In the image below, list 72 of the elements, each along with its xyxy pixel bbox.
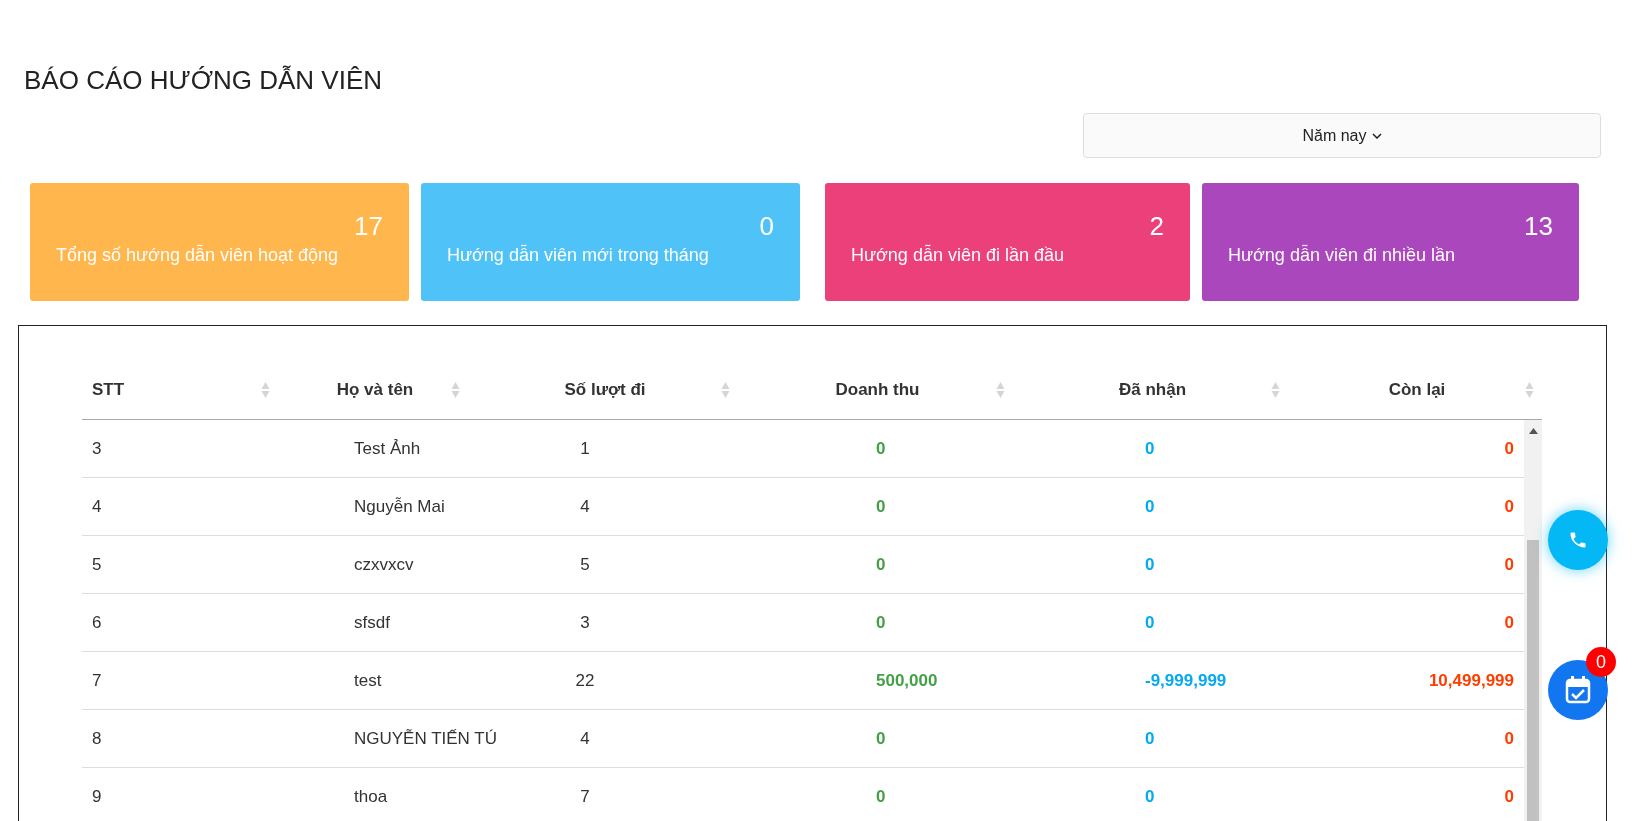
stat-value: 2 [1149,211,1164,241]
column-header[interactable]: Còn lại [1388,379,1446,400]
table-cell: 1 [580,438,590,459]
table-cell: 3 [92,438,102,459]
table-cell: 9 [92,786,102,807]
table-cell: czxvxcv [354,554,414,575]
table-cell: 7 [580,786,590,807]
table-cell: 0 [1504,728,1514,749]
table-cell: 0 [1504,554,1514,575]
column-header[interactable]: Số lượt đi [564,379,646,400]
table-cell: 22 [575,670,595,691]
sort-icon[interactable] [1525,381,1534,399]
chevron-down-icon [1371,132,1382,139]
table-cell: 10,499,999 [1428,670,1514,691]
table-cell: 8 [92,728,102,749]
table-cell: 0 [1504,612,1514,633]
table-cell: Test Ảnh [354,438,421,459]
table-cell: 6 [92,612,102,633]
table-cell: 4 [580,496,590,517]
column-header[interactable]: STT [92,379,125,400]
table-cell: 3 [580,612,590,633]
table-cell: 0 [1504,786,1514,807]
table-cell: 0 [876,438,886,459]
table-cell: 4 [580,728,590,749]
page-title: BÁO CÁO HƯỚNG DẪN VIÊN [23,64,383,97]
sort-icon[interactable] [1271,381,1280,399]
table-cell: 0 [1145,496,1155,517]
table-cell: 0 [876,496,886,517]
column-header[interactable]: Đã nhận [1118,379,1187,400]
table-cell: thoa [354,786,388,807]
table-cell: 0 [876,728,886,749]
sort-icon[interactable] [451,381,460,399]
table-cell: 500,000 [876,670,938,691]
table-cell: NGUYỄN TIẾN TÚ [354,728,497,749]
table-cell: 0 [1504,496,1514,517]
table-cell: 7 [92,670,102,691]
scroll-up-icon[interactable] [1528,428,1538,434]
period-dropdown[interactable]: Năm nay [1083,113,1601,158]
sort-icon[interactable] [996,381,1005,399]
stat-value: 0 [759,211,774,241]
call-button[interactable] [1548,510,1608,570]
table-cell: 0 [876,786,886,807]
table-cell: 4 [92,496,102,517]
table-cell: 0 [1145,612,1155,633]
stat-label: Tổng số hướng dẫn viên hoạt động [56,245,340,266]
table-cell: 5 [92,554,102,575]
notification-badge: 0 [1586,647,1616,677]
table-cell: -9,999,999 [1145,670,1227,691]
table-cell: 0 [876,612,886,633]
table-cell: 0 [1145,554,1155,575]
stat-value: 13 [1524,211,1553,241]
table-cell: 0 [1145,728,1155,749]
sort-icon[interactable] [721,381,730,399]
stat-value: 17 [354,211,383,241]
table-cell: sfsdf [354,612,390,633]
sort-icon[interactable] [261,381,270,399]
table-cell: 0 [1145,438,1155,459]
scrollbar-thumb[interactable] [1527,540,1539,821]
stat-label: Hướng dẫn viên đi lần đầu [851,245,1065,266]
table-cell: 0 [1504,438,1514,459]
table-cell: 5 [580,554,590,575]
column-header[interactable]: Họ và tên [336,379,414,400]
calendar-check-icon [1565,676,1591,704]
table-cell: Nguyễn Mai [354,496,445,517]
stat-label: Hướng dẫn viên đi nhiều lần [1228,245,1456,266]
table-cell: 0 [876,554,886,575]
table-cell: 0 [1145,786,1155,807]
phone-icon [1568,530,1588,550]
stat-label: Hướng dẫn viên mới trong tháng [447,245,710,266]
table-cell: test [354,670,382,691]
scrollbar[interactable] [1524,420,1542,821]
column-header[interactable]: Doanh thu [835,379,920,400]
